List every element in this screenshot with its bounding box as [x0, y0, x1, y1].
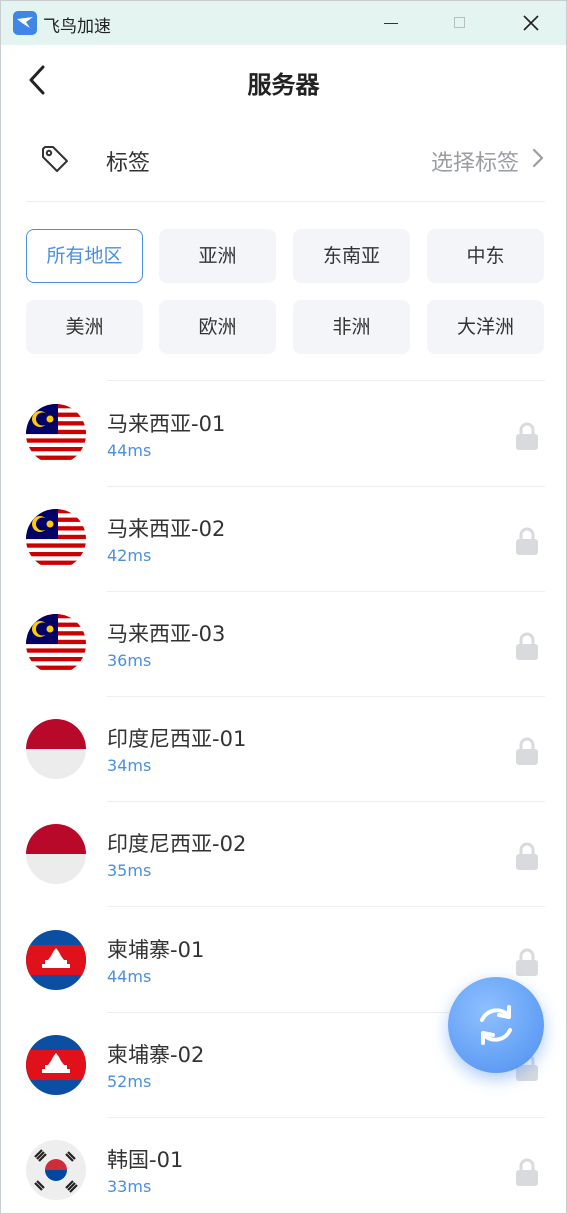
server-item[interactable]: 印度尼西亚-02 35ms	[26, 801, 545, 907]
tag-select-label: 选择标签	[430, 151, 519, 176]
server-ping: 42ms	[107, 546, 152, 565]
region-chip-all[interactable]: 所有地区	[26, 229, 143, 283]
cambodia-flag-icon	[26, 930, 86, 990]
lock-icon	[516, 948, 538, 976]
server-name: 韩国-01	[107, 1148, 184, 1172]
refresh-button[interactable]	[448, 977, 544, 1073]
indonesia-flag-icon	[26, 719, 86, 779]
page-header: 服务器	[1, 45, 566, 115]
region-chip-africa[interactable]: 非洲	[293, 300, 410, 354]
indonesia-flag-icon	[26, 824, 86, 884]
server-item[interactable]: 马来西亚-02 42ms	[26, 486, 545, 592]
korea-flag-icon	[26, 1140, 86, 1200]
page-title: 服务器	[247, 71, 320, 99]
malaysia-flag-icon	[26, 614, 86, 674]
server-item[interactable]: 马来西亚-01 44ms	[26, 381, 545, 487]
region-chip-middle-east[interactable]: 中东	[427, 229, 544, 283]
server-item[interactable]: 韩国-01 33ms	[26, 1117, 545, 1213]
server-name: 印度尼西亚-02	[107, 832, 247, 856]
lock-icon	[516, 737, 538, 765]
server-ping: 33ms	[107, 1177, 152, 1196]
server-ping: 52ms	[107, 1072, 152, 1091]
region-chip-southeast-asia[interactable]: 东南亚	[293, 229, 410, 283]
maximize-button[interactable]	[426, 1, 496, 45]
malaysia-flag-icon	[26, 509, 86, 569]
server-ping: 44ms	[107, 967, 152, 986]
tag-icon	[38, 142, 72, 176]
title-bar: 飞鸟加速	[1, 1, 566, 45]
app-window: 飞鸟加速 服务器 标签 选择标签 所有地区 亚洲 东南亚 中东 美洲 欧洲 非洲…	[0, 0, 567, 1214]
lock-icon	[516, 527, 538, 555]
server-name: 柬埔寨-02	[107, 1043, 205, 1067]
region-chip-oceania[interactable]: 大洋洲	[427, 300, 544, 354]
region-chip-americas[interactable]: 美洲	[26, 300, 143, 354]
server-ping: 34ms	[107, 756, 152, 775]
tag-row[interactable]: 标签 选择标签	[26, 128, 545, 202]
tag-label: 标签	[106, 151, 151, 176]
server-name: 马来西亚-01	[107, 412, 226, 436]
region-chip-asia[interactable]: 亚洲	[159, 229, 276, 283]
server-ping: 35ms	[107, 861, 152, 880]
server-name: 柬埔寨-01	[107, 938, 205, 962]
server-ping: 44ms	[107, 441, 152, 460]
close-button[interactable]	[496, 1, 566, 45]
server-name: 印度尼西亚-01	[107, 727, 247, 751]
lock-icon	[516, 422, 538, 450]
refresh-icon	[480, 1005, 512, 1045]
minimize-button[interactable]	[356, 1, 426, 45]
server-item[interactable]: 马来西亚-03 36ms	[26, 591, 545, 697]
cambodia-flag-icon	[26, 1035, 86, 1095]
app-logo-icon	[13, 11, 37, 35]
lock-icon	[516, 1158, 538, 1186]
lock-icon	[516, 632, 538, 660]
region-chip-europe[interactable]: 欧洲	[159, 300, 276, 354]
lock-icon	[516, 842, 538, 870]
server-name: 马来西亚-03	[107, 622, 226, 646]
server-name: 马来西亚-02	[107, 517, 226, 541]
server-item[interactable]: 印度尼西亚-01 34ms	[26, 696, 545, 802]
chevron-right-icon	[532, 148, 544, 168]
malaysia-flag-icon	[26, 404, 86, 464]
server-ping: 36ms	[107, 651, 152, 670]
close-icon	[523, 15, 539, 31]
window-title: 飞鸟加速	[43, 17, 111, 37]
